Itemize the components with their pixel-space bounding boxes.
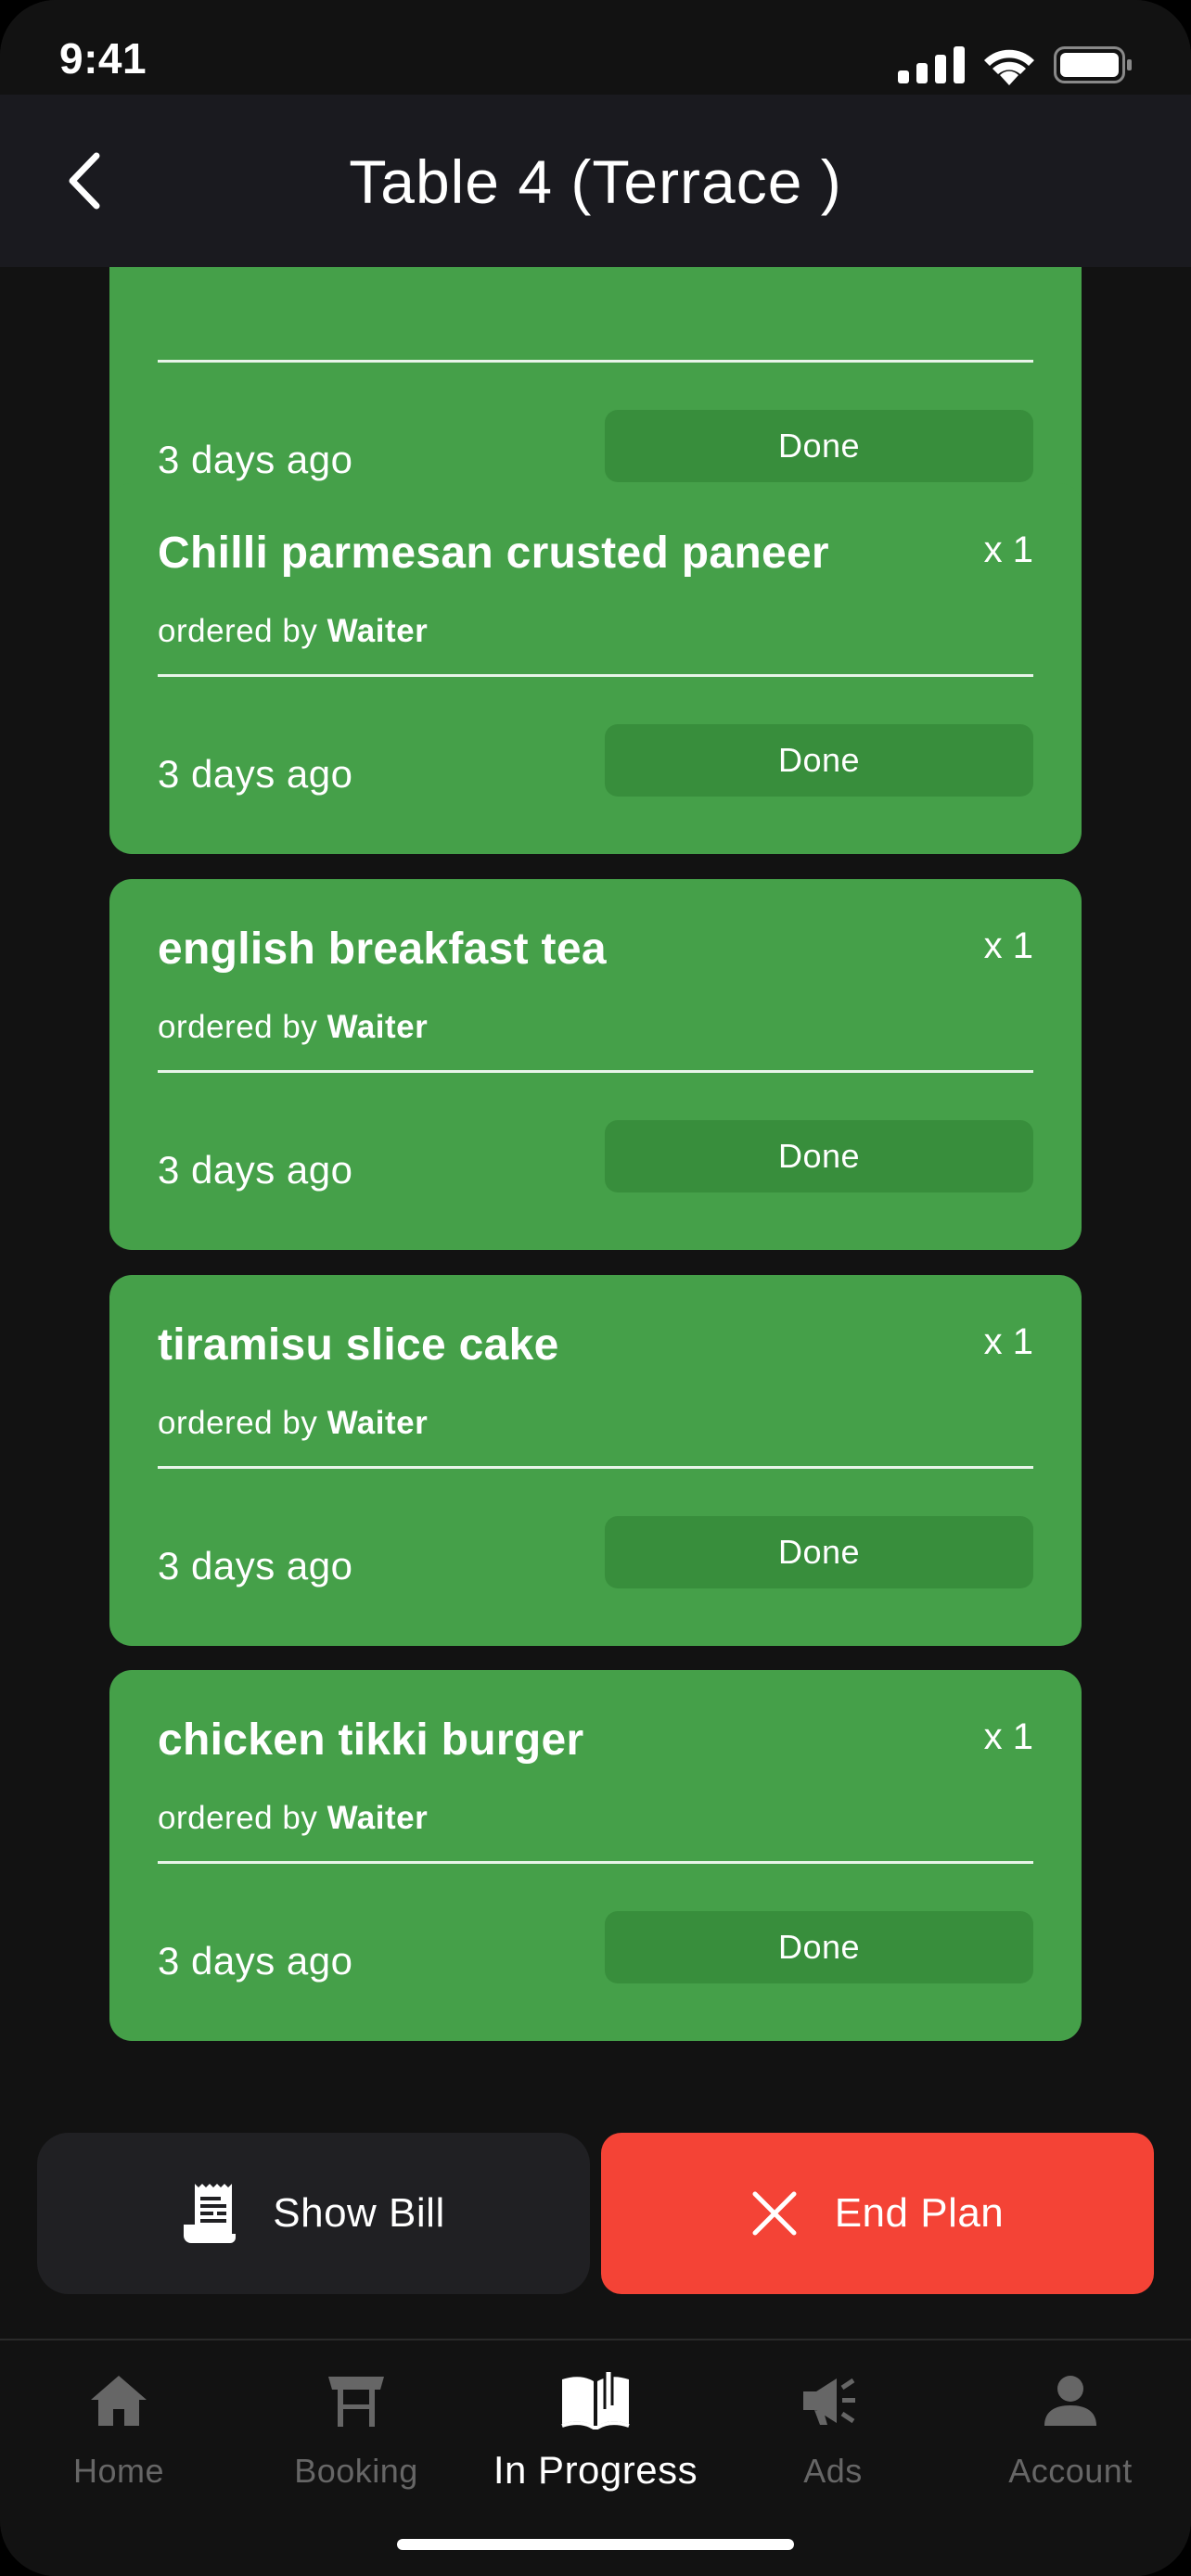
ordered-by-prefix: ordered by [158, 1405, 318, 1441]
ordered-by-name: Waiter [327, 1009, 429, 1045]
card-divider [158, 1861, 1033, 1864]
order-time: 3 days ago [158, 1939, 353, 1983]
battery-icon [1054, 46, 1132, 83]
card-divider [158, 1466, 1033, 1469]
ordered-by: ordered by Waiter [158, 1800, 428, 1837]
done-button[interactable]: Done [605, 724, 1033, 797]
close-icon [752, 2191, 797, 2236]
cellular-signal-icon [898, 46, 965, 83]
home-icon [91, 2376, 147, 2426]
done-button[interactable]: Done [605, 1911, 1033, 1983]
status-time: 9:41 [59, 34, 147, 83]
ordered-by: ordered by Waiter [158, 613, 428, 650]
order-item-name: english breakfast tea [158, 925, 607, 974]
tab-account[interactable]: Account [952, 2368, 1189, 2507]
order-time: 3 days ago [158, 1148, 353, 1192]
tab-label-in-progress: In Progress [493, 2448, 698, 2492]
end-plan-label: End Plan [834, 2190, 1005, 2236]
card-divider [158, 360, 1033, 363]
done-button[interactable]: Done [605, 410, 1033, 482]
order-quantity: x 1 [983, 529, 1033, 570]
ordered-by-prefix: ordered by [158, 613, 318, 649]
order-time: 3 days ago [158, 1544, 353, 1588]
tab-label-account: Account [1008, 2452, 1133, 2490]
show-bill-label: Show Bill [273, 2190, 445, 2236]
show-bill-button[interactable]: Show Bill [37, 2133, 590, 2294]
ordered-by-name: Waiter [327, 1800, 429, 1836]
ordered-by-prefix: ordered by [158, 1009, 318, 1045]
wifi-icon [984, 49, 1034, 85]
tab-in-progress[interactable]: In Progress [477, 2368, 714, 2507]
ordered-by-name: Waiter [327, 613, 429, 649]
action-bar: Show Bill End Plan [0, 2133, 1191, 2294]
order-quantity: x 1 [983, 1321, 1033, 1362]
ordered-by: ordered by Waiter [158, 1405, 428, 1442]
tab-label-ads: Ads [803, 2452, 863, 2490]
ordered-by: ordered by Waiter [158, 1009, 428, 1046]
tab-home[interactable]: Home [0, 2368, 237, 2507]
status-bar: 9:41 [0, 0, 1191, 95]
tab-label-booking: Booking [294, 2452, 418, 2490]
app-screen: 9:41 Table 4 (Terrace ) 3 days ago Done … [0, 0, 1191, 2576]
order-item-name: Chilli parmesan crusted paneer [158, 529, 829, 578]
page-title: Table 4 (Terrace ) [349, 147, 842, 216]
end-plan-button[interactable]: End Plan [601, 2133, 1154, 2294]
tab-label-home: Home [72, 2452, 165, 2490]
ordered-by-prefix: ordered by [158, 1800, 318, 1836]
navigation-header: Table 4 (Terrace ) [0, 95, 1191, 267]
order-time: 3 days ago [158, 438, 353, 481]
home-indicator[interactable] [397, 2539, 794, 2550]
tab-ads[interactable]: Ads [714, 2368, 952, 2507]
order-time: 3 days ago [158, 752, 353, 796]
order-card: chicken tikki burger x 1 ordered by Wait… [109, 1670, 1082, 2041]
receipt-icon [184, 2184, 237, 2243]
order-card: english breakfast tea x 1 ordered by Wai… [109, 879, 1082, 1250]
order-list[interactable]: 3 days ago Done Chilli parmesan crusted … [0, 267, 1191, 2066]
order-item-name: tiramisu slice cake [158, 1320, 559, 1370]
card-divider [158, 674, 1033, 677]
order-item-name: chicken tikki burger [158, 1715, 584, 1765]
tab-booking[interactable]: Booking [237, 2368, 475, 2507]
card-divider [158, 1070, 1033, 1073]
order-card: tiramisu slice cake x 1 ordered by Waite… [109, 1275, 1082, 1646]
table-icon [328, 2377, 384, 2427]
done-button[interactable]: Done [605, 1120, 1033, 1192]
ordered-by-name: Waiter [327, 1405, 429, 1441]
user-icon [1044, 2376, 1096, 2426]
order-quantity: x 1 [983, 1716, 1033, 1757]
book-icon [561, 2372, 630, 2429]
order-card: Chilli parmesan crusted paneer x 1 order… [109, 483, 1082, 854]
status-icons [898, 45, 1132, 85]
order-quantity: x 1 [983, 925, 1033, 966]
done-button[interactable]: Done [605, 1516, 1033, 1588]
megaphone-icon [803, 2378, 855, 2425]
